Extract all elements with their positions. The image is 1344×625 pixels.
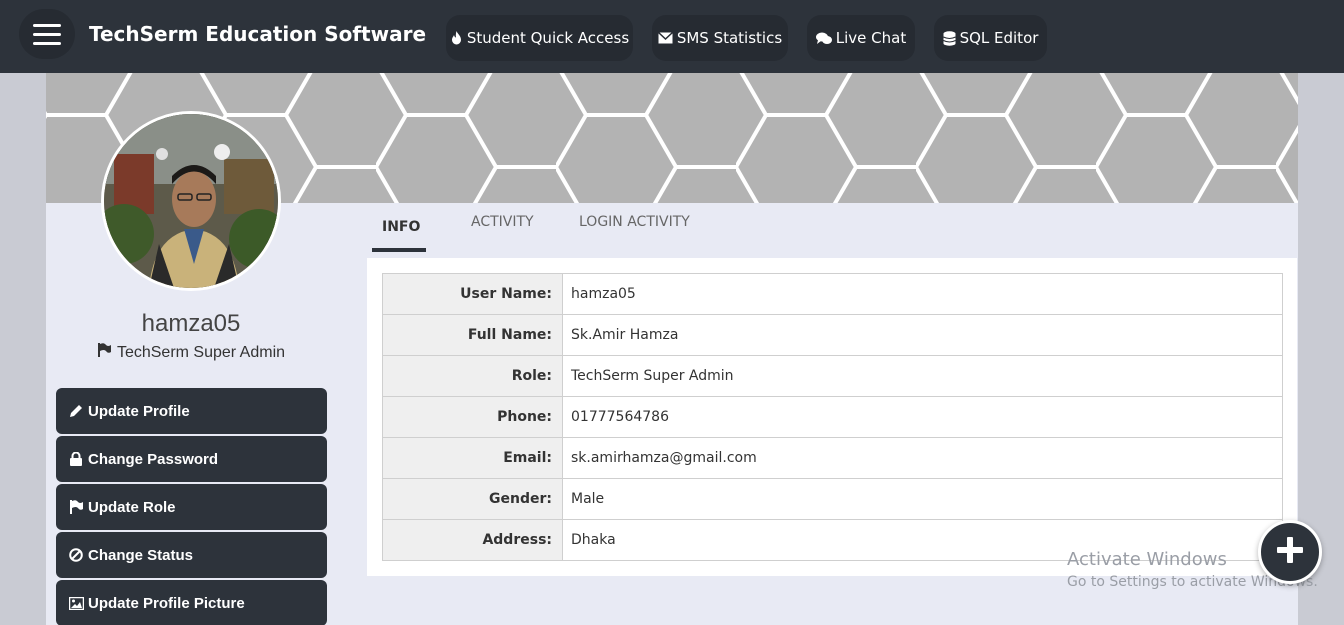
table-row: Phone: 01777564786: [382, 396, 1283, 438]
pencil-icon: [68, 404, 84, 418]
table-row: Email: sk.amirhamza@gmail.com: [382, 437, 1283, 479]
table-row: Role: TechSerm Super Admin: [382, 355, 1283, 397]
user-info-table: User Name: hamza05 Full Name: Sk.Amir Ha…: [382, 273, 1283, 561]
ban-icon: [68, 548, 84, 562]
info-label: Phone:: [382, 396, 563, 438]
button-label: Update Profile: [88, 402, 190, 420]
info-label: Email:: [382, 437, 563, 479]
profile-role-label: TechSerm Super Admin: [116, 343, 286, 361]
image-icon: [68, 596, 84, 610]
nav-label: Live Chat: [835, 29, 907, 47]
info-value: hamza05: [562, 273, 1283, 315]
nav-label: Student Quick Access: [466, 29, 630, 47]
brand-title: TechSerm Education Software: [89, 22, 427, 46]
nav-sms-statistics[interactable]: SMS Statistics: [652, 15, 788, 61]
lock-icon: [68, 452, 84, 466]
table-row: User Name: hamza05: [382, 273, 1283, 315]
info-label: User Name:: [382, 273, 563, 315]
tab-info[interactable]: INFO: [382, 219, 420, 235]
info-value: Sk.Amir Hamza: [562, 314, 1283, 356]
nav-label: SMS Statistics: [676, 29, 783, 47]
update-profile-picture-button[interactable]: Update Profile Picture: [56, 580, 327, 625]
info-value: sk.amirhamza@gmail.com: [562, 437, 1283, 479]
button-label: Change Password: [88, 450, 219, 468]
flag-icon: [68, 500, 84, 514]
nav-sql-editor[interactable]: SQL Editor: [934, 15, 1047, 61]
info-label: Address:: [382, 519, 563, 561]
change-status-button[interactable]: Change Status: [56, 532, 327, 578]
info-label: Role:: [382, 355, 563, 397]
nav-label: SQL Editor: [959, 29, 1039, 47]
plus-icon: [1277, 537, 1303, 567]
menu-toggle-button[interactable]: [19, 9, 75, 59]
change-password-button[interactable]: Change Password: [56, 436, 327, 482]
fire-icon: [450, 30, 463, 46]
button-label: Change Status: [88, 546, 194, 564]
profile-role: TechSerm Super Admin: [46, 343, 336, 362]
info-value: TechSerm Super Admin: [562, 355, 1283, 397]
profile-username: hamza05: [141, 310, 241, 337]
nav-student-quick-access[interactable]: Student Quick Access: [446, 15, 633, 61]
active-tab-indicator: [372, 248, 426, 252]
button-label: Update Profile Picture: [88, 594, 245, 612]
info-label: Gender:: [382, 478, 563, 520]
info-value: 01777564786: [562, 396, 1283, 438]
top-navbar: TechSerm Education Software Student Quic…: [0, 0, 1344, 73]
update-profile-button[interactable]: Update Profile: [56, 388, 327, 434]
table-row: Gender: Male: [382, 478, 1283, 520]
add-fab-button[interactable]: [1258, 520, 1322, 584]
info-value: Male: [562, 478, 1283, 520]
nav-live-chat[interactable]: Live Chat: [807, 15, 915, 61]
chat-icon: [815, 32, 832, 45]
hamburger-icon: [33, 23, 61, 27]
tab-login-activity[interactable]: LOGIN ACTIVITY: [579, 214, 690, 230]
button-label: Update Role: [88, 498, 176, 516]
database-icon: [942, 30, 956, 46]
info-label: Full Name:: [382, 314, 563, 356]
table-row: Full Name: Sk.Amir Hamza: [382, 314, 1283, 356]
update-role-button[interactable]: Update Role: [56, 484, 327, 530]
envelope-icon: [657, 32, 673, 44]
tab-activity[interactable]: ACTIVITY: [471, 214, 534, 230]
avatar[interactable]: [101, 111, 281, 291]
flag-icon: [97, 343, 111, 362]
